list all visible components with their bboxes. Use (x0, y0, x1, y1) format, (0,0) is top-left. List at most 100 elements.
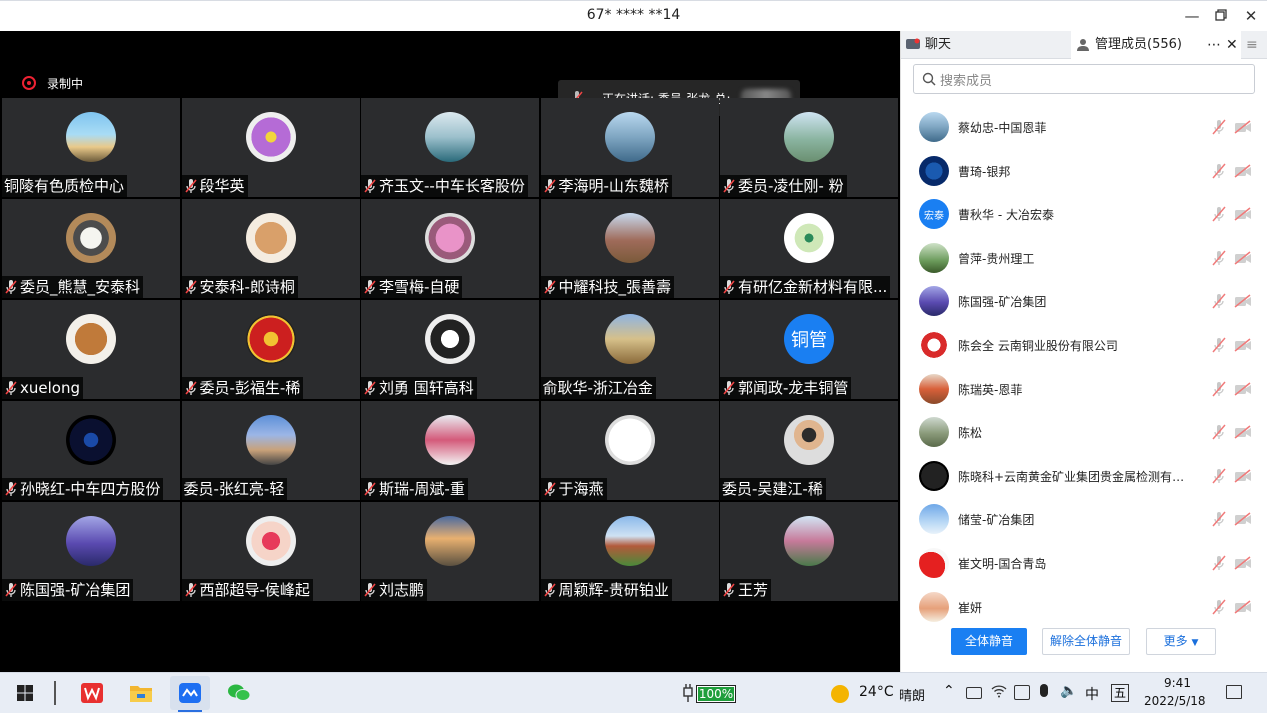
menu-icon[interactable]: ≡ (1246, 31, 1258, 59)
close-icon[interactable]: ✕ (1240, 5, 1262, 27)
participant-tile[interactable]: 委员-凌仕刚- 粉 (720, 98, 898, 197)
mic-muted-icon[interactable] (1211, 599, 1227, 615)
speaker-icon[interactable]: 🔈 (1060, 683, 1077, 699)
participant-tile[interactable]: 周颖辉-贵研铂业 (540, 502, 719, 601)
participant-tile[interactable]: 委员-吴建江-稀 (720, 401, 898, 500)
mic-muted-icon[interactable] (1211, 424, 1227, 440)
participant-tile[interactable]: xuelong (2, 300, 180, 399)
wps-icon[interactable] (77, 679, 107, 707)
avatar (784, 415, 834, 465)
mic-muted-icon[interactable] (1211, 250, 1227, 266)
recording-indicator[interactable]: 录制中 (22, 75, 83, 91)
mute-all-button[interactable]: 全体静音 (951, 628, 1027, 655)
camera-off-icon[interactable] (1234, 424, 1252, 440)
more-button[interactable]: 更多 ▼ (1146, 628, 1216, 655)
mic-muted-icon[interactable] (1211, 381, 1227, 397)
member-row[interactable]: 崔妍 (901, 586, 1267, 629)
camera-off-icon[interactable] (1234, 381, 1252, 397)
wifi-icon[interactable] (991, 684, 1007, 702)
camera-off-icon[interactable] (1234, 599, 1252, 615)
ime-mode[interactable]: 五 (1111, 684, 1129, 702)
member-row[interactable]: 陈瑞英-恩菲 (901, 368, 1267, 411)
member-row[interactable]: 蔡幼忠-中国恩菲 (901, 106, 1267, 149)
member-row[interactable]: 陈晓科+云南黄金矿业集团贵金属检测有限... (901, 455, 1267, 498)
participant-tile[interactable]: 委员-彭福生-稀 (181, 300, 360, 399)
participant-tile[interactable]: 齐玉文--中车长客股份 (361, 98, 539, 197)
member-row[interactable]: 陈国强-矿冶集团 (901, 280, 1267, 323)
participant-tile[interactable]: 西部超导-侯峰起 (181, 502, 360, 601)
chevron-up-icon[interactable]: ⌃ (943, 683, 955, 699)
participant-tile[interactable]: 段华英 (181, 98, 360, 197)
mic-muted-icon[interactable] (1211, 511, 1227, 527)
member-row[interactable]: 宏泰 曹秋华 - 大冶宏泰 (901, 193, 1267, 236)
participant-tile[interactable]: 李雪梅-自硬 (361, 199, 539, 298)
security-icon[interactable] (1014, 685, 1030, 700)
participant-tile[interactable]: 俞耿华-浙江冶金 (540, 300, 719, 399)
camera-off-icon[interactable] (1234, 293, 1252, 309)
participant-tile[interactable]: 陈国强-矿冶集团 (2, 502, 180, 601)
camera-off-icon[interactable] (1234, 250, 1252, 266)
participant-tile[interactable]: 刘志鹏 (361, 502, 539, 601)
camera-off-icon[interactable] (1234, 555, 1252, 571)
restore-icon[interactable] (1210, 5, 1232, 27)
mic-muted-icon[interactable] (1211, 163, 1227, 179)
meeting-app-icon[interactable] (170, 676, 210, 712)
participant-tile[interactable]: 铜管 郭闻政-龙丰铜管 (720, 300, 898, 399)
unmute-all-button[interactable]: 解除全体静音 (1042, 628, 1130, 655)
caret-down-icon: ▼ (1191, 638, 1199, 648)
participant-name: 于海燕 (558, 480, 604, 498)
tab-members-label: 管理成员(556) (1095, 37, 1182, 52)
participant-tile[interactable]: 委员_熊慧_安泰科 (2, 199, 180, 298)
camera-off-icon[interactable] (1234, 163, 1252, 179)
member-row[interactable]: 陈松 (901, 411, 1267, 454)
file-explorer-icon[interactable] (126, 679, 156, 707)
wechat-icon[interactable] (224, 679, 254, 707)
tab-chat[interactable]: 聊天 (905, 31, 951, 59)
mic-muted-icon[interactable] (1211, 119, 1227, 135)
participant-tile[interactable]: 铜陵有色质检中心 (2, 98, 180, 197)
camera-off-icon[interactable] (1234, 119, 1252, 135)
mic-muted-icon (723, 583, 735, 597)
member-row[interactable]: 陈会全 云南铜业股份有限公司 (901, 324, 1267, 367)
participant-tile[interactable]: 中耀科技_張善壽 (540, 199, 719, 298)
close-panel-icon[interactable]: ✕ (1226, 31, 1238, 59)
weather[interactable]: 晴朗 (899, 685, 925, 704)
tab-members[interactable]: 管理成员(556) ⋯ ✕ (1071, 31, 1241, 59)
camera-off-icon[interactable] (1234, 337, 1252, 353)
more-options-icon[interactable]: ⋯ (1207, 31, 1221, 59)
clock-date[interactable]: 2022/5/18 (1144, 694, 1206, 708)
member-row[interactable]: 崔文明-国合青岛 (901, 542, 1267, 585)
mic-muted-icon (364, 179, 376, 193)
participant-tile[interactable]: 刘勇 国轩高科 (361, 300, 539, 399)
participant-tile[interactable]: 安泰科-郎诗桐 (181, 199, 360, 298)
notification-icon[interactable] (1226, 685, 1242, 699)
camera-off-icon[interactable] (1234, 206, 1252, 222)
participant-tile[interactable]: 斯瑞-周斌-重 (361, 401, 539, 500)
participant-tile[interactable]: 委员-张红亮-轻 (181, 401, 360, 500)
minimize-icon[interactable]: — (1181, 5, 1203, 27)
member-row[interactable]: 曾萍-贵州理工 (901, 237, 1267, 280)
participant-name-tag: 刘勇 国轩高科 (361, 377, 477, 399)
mic-muted-icon[interactable] (1211, 206, 1227, 222)
battery-indicator[interactable]: 100% (696, 685, 736, 703)
mic-muted-icon[interactable] (1211, 293, 1227, 309)
battery-tray-icon[interactable] (966, 687, 982, 699)
windows-start-icon[interactable] (10, 679, 40, 707)
camera-off-icon[interactable] (1234, 468, 1252, 484)
participant-tile[interactable]: 有研亿金新材料有限... (720, 199, 898, 298)
participant-tile[interactable]: 李海明-山东魏桥 (540, 98, 719, 197)
mic-muted-icon[interactable] (1211, 468, 1227, 484)
ime-language[interactable]: 中 (1085, 684, 1099, 704)
clock-time[interactable]: 9:41 (1164, 676, 1191, 690)
member-row[interactable]: 曹琦-银邦 (901, 150, 1267, 193)
mic-muted-icon[interactable] (1211, 555, 1227, 571)
mic-muted-icon[interactable] (1211, 337, 1227, 353)
participant-tile[interactable]: 孙晓红-中车四方股份 (2, 401, 180, 500)
temperature[interactable]: 24°C (859, 684, 894, 700)
member-row[interactable]: 储莹-矿冶集团 (901, 498, 1267, 541)
participant-tile[interactable]: 王芳 (720, 502, 898, 601)
participant-tile[interactable]: 于海燕 (540, 401, 719, 500)
camera-off-icon[interactable] (1234, 511, 1252, 527)
microphone-icon[interactable] (1040, 684, 1048, 697)
member-search[interactable]: 搜索成员 (913, 64, 1255, 94)
